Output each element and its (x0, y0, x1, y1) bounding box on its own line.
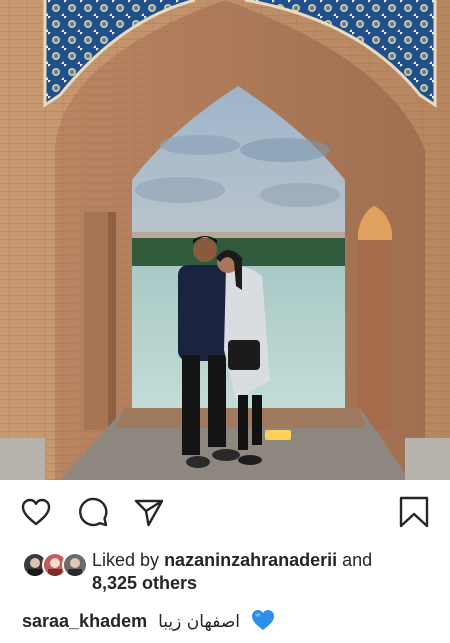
liked-by-prefix: Liked by (92, 550, 160, 570)
post-action-bar (0, 490, 450, 534)
likes-summary: Liked by nazaninzahranaderii and 8,325 o… (92, 549, 432, 595)
liked-by-and: and (342, 550, 373, 570)
blue-heart-emoji-icon (251, 609, 275, 637)
caption-text: اصفهان زیبا (158, 612, 241, 632)
comment-bubble-icon[interactable] (77, 496, 109, 528)
liked-by-username[interactable]: nazaninzahranaderii (164, 550, 337, 570)
liker-avatars[interactable] (22, 552, 88, 578)
likes-row: Liked by nazaninzahranaderii and 8,325 o… (22, 549, 442, 595)
paper-plane-icon[interactable] (133, 496, 165, 528)
caption-username[interactable]: saraa_khadem (22, 611, 147, 631)
bookmark-icon[interactable] (398, 496, 430, 528)
avatar (62, 552, 88, 578)
post-photo[interactable] (0, 0, 450, 480)
heart-outline-icon[interactable] (20, 496, 52, 528)
likes-others-count[interactable]: 8,325 others (92, 573, 197, 593)
post-caption: saraa_khadem اصفهان زیبا (22, 609, 442, 635)
